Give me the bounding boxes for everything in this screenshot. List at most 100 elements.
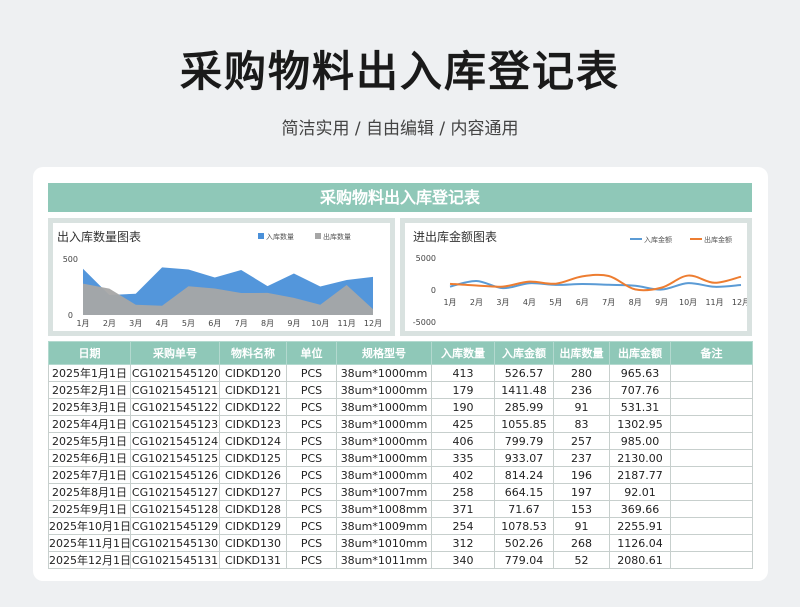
table-row[interactable]: 2025年2月1日 CG1021545121 CIDKD121 PCS 38um*100… [48, 381, 753, 399]
table-cell[interactable]: CIDKD129 [219, 517, 287, 535]
table-cell[interactable]: CG1021545129 [130, 517, 220, 535]
table-cell[interactable]: CG1021545123 [130, 415, 220, 433]
table-cell[interactable]: CIDKD122 [219, 398, 287, 416]
table-cell[interactable]: CG1021545124 [130, 432, 220, 450]
table-cell[interactable]: 2187.77 [609, 466, 671, 484]
table-cell[interactable]: PCS [286, 500, 337, 518]
table-cell[interactable]: CIDKD121 [219, 381, 287, 399]
table-cell[interactable]: 335 [431, 449, 495, 467]
amount-line-chart[interactable]: 进出库金额图表 入库金额 出库金额 5000 0 -5000 1月 2月 3月 4月 5月 6月 7月 8… [405, 223, 747, 331]
table-cell[interactable]: PCS [286, 415, 337, 433]
table-cell[interactable]: 2025年4月1日 [48, 415, 131, 433]
table-cell[interactable]: 371 [431, 500, 495, 518]
table-cell[interactable]: 502.26 [494, 534, 554, 552]
table-cell[interactable]: CG1021545126 [130, 466, 220, 484]
table-row[interactable]: 2025年3月1日 CG1021545122 CIDKD122 PCS 38um*100… [48, 398, 753, 416]
table-cell[interactable] [670, 432, 753, 450]
table-cell[interactable] [670, 398, 753, 416]
table-cell[interactable]: 2025年6月1日 [48, 449, 131, 467]
table-cell[interactable]: 179 [431, 381, 495, 399]
table-cell[interactable]: 83 [553, 415, 610, 433]
table-cell[interactable]: 814.24 [494, 466, 554, 484]
table-cell[interactable]: PCS [286, 483, 337, 501]
table-cell[interactable]: 2255.91 [609, 517, 671, 535]
table-row[interactable]: 2025年5月1日 CG1021545124 CIDKD124 PCS 38um*100… [48, 432, 753, 450]
table-cell[interactable]: 1302.95 [609, 415, 671, 433]
table-cell[interactable]: 933.07 [494, 449, 554, 467]
table-cell[interactable]: 2130.00 [609, 449, 671, 467]
table-cell[interactable]: 312 [431, 534, 495, 552]
table-cell[interactable]: CIDKD126 [219, 466, 287, 484]
table-cell[interactable]: CG1021545125 [130, 449, 220, 467]
table-cell[interactable]: 2025年12月1日 [48, 551, 131, 569]
table-cell[interactable]: 38um*1000mm [336, 381, 432, 399]
table-cell[interactable] [670, 449, 753, 467]
table-cell[interactable]: CG1021545128 [130, 500, 220, 518]
table-cell[interactable]: 2025年1月1日 [48, 364, 131, 382]
table-cell[interactable]: 71.67 [494, 500, 554, 518]
table-cell[interactable] [670, 415, 753, 433]
table-cell[interactable]: 799.79 [494, 432, 554, 450]
quantity-chart-panel[interactable]: 出入库数量图表 入库数量 出库数量 500 0 1月 2月 3月 4月 5月 6月 7月 8月 9月 10月… [48, 218, 395, 336]
quantity-area-chart[interactable]: 出入库数量图表 入库数量 出库数量 500 01月 2月 3月 4月 5月 6月 7月 8月 9月 10月… [53, 223, 390, 331]
table-cell[interactable]: CIDKD120 [219, 364, 287, 382]
table-cell[interactable]: PCS [286, 398, 337, 416]
table-cell[interactable]: 38um*1000mm [336, 415, 432, 433]
table-cell[interactable]: 2080.61 [609, 551, 671, 569]
table-cell[interactable]: 91 [553, 398, 610, 416]
table-cell[interactable]: 2025年8月1日 [48, 483, 131, 501]
table-row[interactable]: 2025年1月1日 CG1021545120 CIDKD120 PCS 38um*100… [48, 364, 753, 382]
table-cell[interactable]: 38um*1000mm [336, 364, 432, 382]
table-cell[interactable]: 196 [553, 466, 610, 484]
table-cell[interactable]: 531.31 [609, 398, 671, 416]
table-cell[interactable]: CIDKD127 [219, 483, 287, 501]
table-cell[interactable]: 285.99 [494, 398, 554, 416]
table-cell[interactable] [670, 534, 753, 552]
table-cell[interactable]: 38um*1009mm [336, 517, 432, 535]
table-cell[interactable]: PCS [286, 364, 337, 382]
table-cell[interactable] [670, 500, 753, 518]
table-cell[interactable] [670, 364, 753, 382]
table-cell[interactable]: 91 [553, 517, 610, 535]
table-cell[interactable]: CIDKD130 [219, 534, 287, 552]
table-cell[interactable]: 707.76 [609, 381, 671, 399]
amount-chart-panel[interactable]: 进出库金额图表 入库金额 出库金额 5000 0 -5000 1月 2月 3月 4月 5月 6月 7月 8… [400, 218, 752, 336]
table-cell[interactable]: PCS [286, 466, 337, 484]
table-cell[interactable]: CG1021545131 [130, 551, 220, 569]
table-cell[interactable]: 38um*1000mm [336, 466, 432, 484]
table-cell[interactable]: 2025年2月1日 [48, 381, 131, 399]
table-cell[interactable]: 2025年5月1日 [48, 432, 131, 450]
table-cell[interactable]: 38um*1007mm [336, 483, 432, 501]
table-cell[interactable]: CIDKD131 [219, 551, 287, 569]
table-cell[interactable]: 664.15 [494, 483, 554, 501]
table-cell[interactable]: 402 [431, 466, 495, 484]
table-cell[interactable]: 406 [431, 432, 495, 450]
table-cell[interactable]: 197 [553, 483, 610, 501]
table-cell[interactable]: PCS [286, 517, 337, 535]
table-cell[interactable] [670, 483, 753, 501]
table-cell[interactable]: 369.66 [609, 500, 671, 518]
table-cell[interactable]: 2025年10月1日 [48, 517, 131, 535]
table-cell[interactable]: 1411.48 [494, 381, 554, 399]
table-cell[interactable]: 38um*1000mm [336, 432, 432, 450]
table-cell[interactable]: 257 [553, 432, 610, 450]
table-cell[interactable]: CG1021545122 [130, 398, 220, 416]
table-cell[interactable]: CG1021545127 [130, 483, 220, 501]
table-row[interactable]: 2025年9月1日 CG1021545128 CIDKD128 PCS 38um*100… [48, 500, 753, 518]
table-cell[interactable]: 190 [431, 398, 495, 416]
table-cell[interactable]: CG1021545120 [130, 364, 220, 382]
table-row[interactable]: 2025年6月1日 CG1021545125 CIDKD125 PCS 38um*100… [48, 449, 753, 467]
table-cell[interactable]: 779.04 [494, 551, 554, 569]
table-row[interactable]: 2025年10月1日 CG1021545129 CIDKD129 PCS 38um*10… [48, 517, 753, 535]
table-cell[interactable]: 965.63 [609, 364, 671, 382]
table-cell[interactable]: CG1021545121 [130, 381, 220, 399]
table-cell[interactable]: 236 [553, 381, 610, 399]
table-cell[interactable]: 38um*1010mm [336, 534, 432, 552]
table-cell[interactable] [670, 517, 753, 535]
table-row[interactable]: 2025年12月1日 CG1021545131 CIDKD131 PCS 38um*10… [48, 551, 753, 569]
table-cell[interactable]: 1126.04 [609, 534, 671, 552]
table-cell[interactable]: 280 [553, 364, 610, 382]
table-cell[interactable]: 153 [553, 500, 610, 518]
table-cell[interactable]: CIDKD128 [219, 500, 287, 518]
table-cell[interactable]: PCS [286, 449, 337, 467]
